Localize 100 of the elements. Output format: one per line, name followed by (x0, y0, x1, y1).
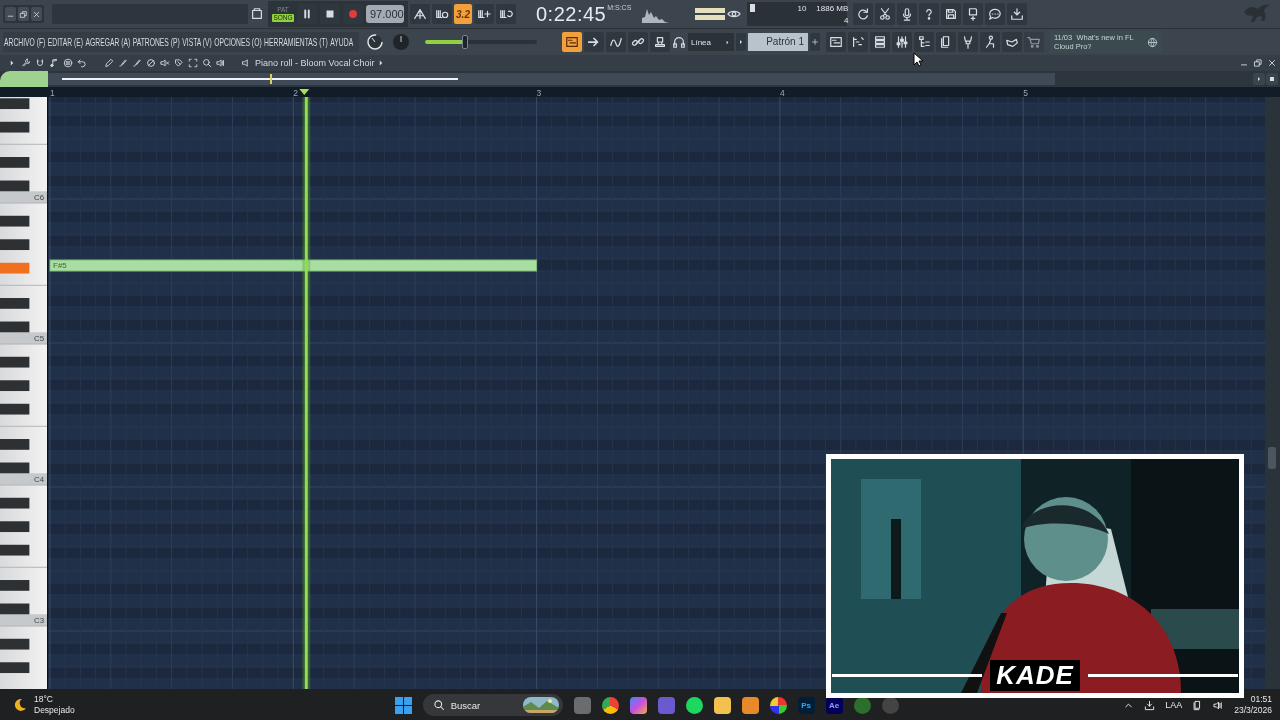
sharp-key[interactable] (0, 497, 30, 509)
timeline-ruler[interactable]: 1 2 3 4 5 (0, 87, 1280, 97)
menu-item[interactable]: ARCHIVO (F) (4, 36, 46, 48)
natural-key[interactable] (0, 332, 47, 345)
browser-icon[interactable] (601, 696, 619, 714)
input-language[interactable]: LAA (1165, 700, 1183, 710)
menu-item[interactable]: HERRAMIENTAS (T) (264, 36, 328, 48)
save-button[interactable] (941, 3, 962, 25)
fruit-app-icon[interactable] (741, 696, 759, 714)
zoom-button[interactable] (200, 56, 213, 70)
sharp-key[interactable] (0, 356, 30, 368)
sharp-key[interactable] (0, 603, 30, 615)
sharp-key[interactable] (0, 180, 30, 192)
add-pattern-button[interactable] (810, 33, 820, 51)
menu-item[interactable]: EDITAR (E) (47, 36, 83, 48)
stop-button[interactable] (320, 4, 340, 24)
blend-notes-button[interactable] (474, 4, 494, 24)
close-button[interactable] (31, 7, 42, 21)
pattern-selector[interactable]: Patrón 1 (748, 33, 808, 51)
playhead-marker[interactable] (299, 89, 310, 95)
pause-button[interactable] (297, 4, 317, 24)
loop-record-button[interactable] (496, 4, 516, 24)
restore-button[interactable] (18, 7, 29, 21)
scroll-end-button[interactable] (1266, 73, 1278, 85)
slice-button[interactable] (172, 56, 185, 70)
refresh-button[interactable] (853, 3, 874, 25)
velocity-tab[interactable] (0, 71, 48, 87)
wait-record-button[interactable] (432, 4, 452, 24)
sharp-key[interactable] (0, 439, 30, 450)
undo-button[interactable] (75, 56, 88, 70)
start-icon[interactable] (394, 696, 412, 714)
sharp-key[interactable] (0, 157, 30, 168)
chat-button[interactable] (985, 3, 1006, 25)
menu-item[interactable]: PATRONES (P) (132, 36, 180, 48)
note-block[interactable]: F#5 (49, 259, 538, 272)
tools-button[interactable] (19, 56, 32, 70)
sharp-key[interactable] (0, 298, 30, 309)
quantize-button[interactable] (61, 56, 74, 70)
piano-roll-button[interactable] (848, 32, 868, 52)
search-field[interactable]: Buscar (422, 694, 563, 716)
delete-button[interactable] (144, 56, 157, 70)
piano-keyboard[interactable]: C6 C5 C4 C3 (0, 97, 48, 689)
sharp-key[interactable] (0, 239, 30, 251)
master-pitch-knob[interactable] (365, 32, 385, 52)
project-files-button[interactable] (936, 32, 956, 52)
automation-button[interactable] (606, 32, 626, 52)
metronome-button[interactable] (410, 4, 430, 24)
app-icon[interactable]: Ps (797, 696, 815, 714)
minimize-button[interactable] (5, 7, 16, 21)
sharp-key[interactable] (0, 380, 30, 392)
vertical-scrollbar[interactable] (1265, 97, 1280, 689)
color-wheel-icon[interactable] (769, 696, 787, 714)
playlist-button[interactable] (562, 32, 582, 52)
next-button[interactable] (584, 32, 604, 52)
note-properties-button[interactable] (47, 56, 60, 70)
microphone-button[interactable] (897, 3, 918, 25)
volume-thumb[interactable] (462, 35, 469, 49)
menu-item[interactable]: AYUDA (330, 36, 354, 48)
snap-dropdown[interactable]: Línea (688, 33, 734, 51)
natural-key[interactable] (0, 191, 47, 204)
select-button[interactable] (186, 56, 199, 70)
cart-button[interactable] (1024, 32, 1044, 52)
natural-key[interactable] (0, 614, 47, 627)
clock[interactable]: 01:51 23/3/2026 (1234, 694, 1272, 716)
natural-key[interactable] (0, 473, 47, 486)
paint-drums-button[interactable] (130, 56, 143, 70)
sharp-key[interactable] (0, 321, 30, 333)
music-app-icon[interactable] (685, 696, 703, 714)
download-button[interactable] (1007, 3, 1028, 25)
channel-rack-button[interactable] (870, 32, 890, 52)
sharp-key[interactable] (0, 638, 30, 650)
previous-pattern-button[interactable] (736, 33, 746, 51)
mixer-button[interactable] (892, 32, 912, 52)
sharp-key[interactable] (0, 521, 30, 533)
scroll-right-button[interactable] (1253, 73, 1265, 85)
sharp-key[interactable] (0, 121, 30, 133)
menu-item[interactable]: OPCIONES (O) (214, 36, 262, 48)
stamp-button[interactable] (650, 32, 670, 52)
menu-item[interactable]: AGREGAR (A) (85, 36, 131, 48)
master-volume-knob[interactable] (391, 32, 411, 52)
file-explorer-icon[interactable] (573, 696, 591, 714)
paint-button[interactable] (116, 56, 129, 70)
teams-icon[interactable] (657, 696, 675, 714)
step-edit-button[interactable]: 3.2 (454, 4, 472, 24)
folder-icon[interactable] (713, 696, 731, 714)
draw-button[interactable] (102, 56, 115, 70)
menu-item[interactable]: VISTA (V) (182, 36, 212, 48)
tempo-display[interactable]: 97.000 (366, 5, 404, 23)
sharp-key[interactable] (0, 403, 30, 415)
sharp-key[interactable] (0, 662, 30, 674)
sharp-key[interactable] (0, 544, 30, 556)
browser-button[interactable] (914, 32, 934, 52)
playback-button[interactable] (214, 56, 227, 70)
figure-button[interactable] (980, 32, 1000, 52)
link-button[interactable] (628, 32, 648, 52)
playlist-window-button[interactable] (826, 32, 846, 52)
mute-button[interactable] (158, 56, 171, 70)
sharp-key[interactable] (0, 580, 30, 591)
sharp-key[interactable] (0, 462, 30, 474)
restore-button[interactable] (1251, 56, 1264, 70)
